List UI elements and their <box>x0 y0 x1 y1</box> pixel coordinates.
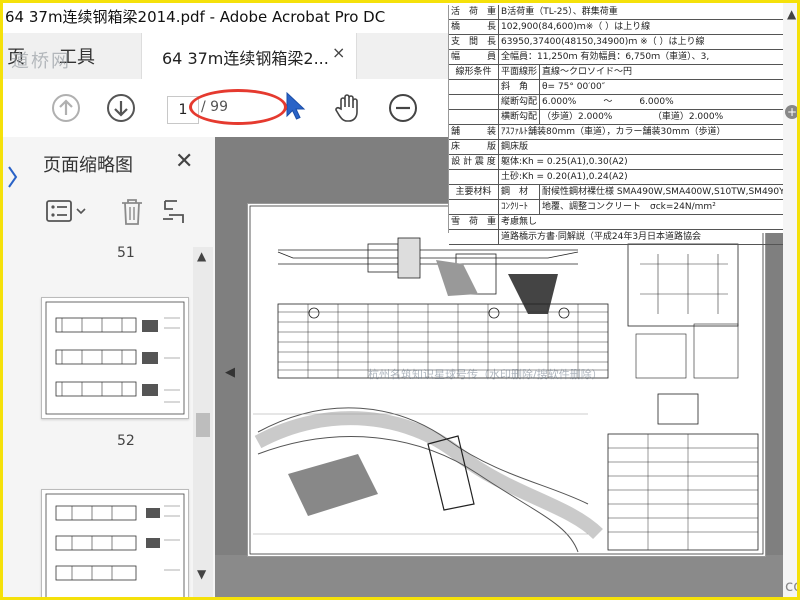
spec-sublabel: 横断勾配 <box>498 109 541 125</box>
spec-row: 活 荷 重 B活荷重（TL-25）、群集荷重 <box>449 5 787 20</box>
spec-row: 支 間 長 63950,37400(48150,34900)ｍ ※（ ）は上り線 <box>449 34 787 50</box>
tab-close-icon[interactable]: × <box>332 43 345 62</box>
scrollbar-thumb[interactable] <box>196 413 210 437</box>
spec-value: （歩道）2.000% （車道）2.000% <box>539 109 787 125</box>
add-tool-icon[interactable]: + <box>785 105 797 119</box>
spec-value: B活荷重（TL-25）、群集荷重 <box>498 5 787 20</box>
spec-label: 活 荷 重 <box>449 5 500 20</box>
panel-title: 页面缩略图 <box>43 155 133 176</box>
spec-row: 幅 員全幅員：11,250ｍ 有効幅員：6,750ｍ（車道）、3, <box>449 49 787 65</box>
page-thumbnail-52[interactable] <box>41 297 189 419</box>
page-number-highlight <box>189 89 287 125</box>
scroll-up-icon[interactable]: ▲ <box>197 249 206 263</box>
spec-value: 耐候性鋼材裸仕様 SMA490W,SMA400W,S10TW,SM490Y <box>539 184 787 200</box>
spec-sublabel: 斜 角 <box>498 79 541 95</box>
expand-icon[interactable]: ▲ <box>787 7 796 21</box>
pane-expand-icon[interactable] <box>5 157 21 197</box>
right-tools-strip: ▲ + com <box>783 3 797 597</box>
page-thumbnail-53[interactable] <box>41 489 189 597</box>
navigation-pane-strip <box>3 137 26 597</box>
delete-page-icon[interactable] <box>117 195 147 229</box>
spec-label: 幅 員 <box>449 49 500 65</box>
thumbnails-panel: 页面缩略图 ✕ 51 52 ▲ ▼ <box>25 137 215 597</box>
spec-label: 設 計 震 度 <box>449 154 500 170</box>
spec-sublabel: 平面線形 <box>498 64 541 80</box>
spec-sublabel: ｺﾝｸﾘｰﾄ <box>498 199 541 215</box>
thumbnail-scrollbar[interactable]: ▲ ▼ <box>193 247 213 597</box>
spec-value: ｱｽﾌｧﾙﾄ舗装80mm（車道），カラー舗装30mm（歩道） <box>498 124 787 140</box>
thumbnail-drawing <box>45 493 185 597</box>
zoom-out-icon[interactable] <box>386 91 420 125</box>
spec-row: 橋 長 102,900(84,600)ｍ※（ ）は上り線 <box>449 19 787 35</box>
spec-value: 63950,37400(48150,34900)ｍ ※（ ）は上り線 <box>498 34 787 50</box>
spec-label: 支 間 長 <box>449 34 500 50</box>
spec-value: 102,900(84,600)ｍ※（ ）は上り線 <box>498 19 787 35</box>
window-title: 64 37m连续钢箱梁2014.pdf - Adobe Acrobat Pro … <box>5 8 386 26</box>
spec-row: 縦断勾配 6.000% ～ 6.000% <box>449 94 787 110</box>
spec-label <box>449 79 500 95</box>
spec-sublabel: 縦断勾配 <box>498 94 541 110</box>
spec-value: 道路橋示方書·同解説（平成24年3月日本道路協会 <box>498 229 787 245</box>
viewer-lower-area <box>215 555 783 597</box>
spec-label <box>449 169 500 185</box>
page-tools-icon[interactable] <box>159 195 189 229</box>
spec-value: 土砂:Kh = 0.20(A1),0.24(A2) <box>498 169 787 185</box>
hand-tool-icon[interactable] <box>331 91 365 125</box>
site-watermark: 道桥网 <box>11 51 71 72</box>
spec-row: 床 版鋼床版 <box>449 139 787 155</box>
document-tab[interactable]: 64 37m连续钢箱梁2... × <box>141 33 357 79</box>
spec-label <box>449 94 500 110</box>
spec-label: 雪 荷 重 <box>449 214 500 230</box>
spec-table-overlay: 活 荷 重 B活荷重（TL-25）、群集荷重橋 長 102,900(84,600)ｍ… <box>448 5 787 245</box>
spec-value: 6.000% ～ 6.000% <box>539 94 787 110</box>
spec-label: 線形条件 <box>449 64 500 80</box>
spec-row: 土砂:Kh = 0.20(A1),0.24(A2) <box>449 169 787 185</box>
spec-value: θ= 75° 00′00″ <box>539 79 787 95</box>
spec-value: 躯体:Kh = 0.25(A1),0.30(A2) <box>498 154 787 170</box>
spec-sublabel: 鋼 材 <box>498 184 541 200</box>
spec-table: 活 荷 重 B活荷重（TL-25）、群集荷重橋 長 102,900(84,600)ｍ… <box>449 5 787 245</box>
spec-row: 雪 荷 重考慮無し <box>449 214 787 230</box>
spec-label <box>449 109 500 125</box>
spec-value: 直線～クロソイド～円 <box>539 64 787 80</box>
thumbnail-drawing <box>45 301 185 415</box>
spec-value: 鋼床版 <box>498 139 787 155</box>
spec-label <box>449 229 500 245</box>
spec-label: 主要材料 <box>449 184 500 200</box>
thumbnail-options-icon[interactable] <box>43 195 99 229</box>
spec-label <box>449 199 500 215</box>
spec-label: 橋 長 <box>449 19 500 35</box>
document-tab-label: 64 37m连续钢箱梁2... <box>162 49 329 68</box>
spec-row: 横断勾配 （歩道）2.000% （車道）2.000% <box>449 109 787 125</box>
next-page-icon[interactable] <box>104 91 138 125</box>
thumbnail-page-number: 52 <box>117 433 135 449</box>
spec-row: 設 計 震 度躯体:Kh = 0.25(A1),0.30(A2) <box>449 154 787 170</box>
drawing-watermark: 杭州名筑知识星球号传（水印删除/搜软件删除） <box>368 368 603 381</box>
spec-row: 舗 装ｱｽﾌｧﾙﾄ舗装80mm（車道），カラー舗装30mm（歩道） <box>449 124 787 140</box>
spec-value: 考慮無し <box>498 214 787 230</box>
site-watermark-bottom: com <box>785 577 797 595</box>
prev-page-icon[interactable] <box>49 91 83 125</box>
spec-row: 道路橋示方書·同解説（平成24年3月日本道路協会 <box>449 229 787 245</box>
spec-row: 斜 角 θ= 75° 00′00″ <box>449 79 787 95</box>
pdf-page[interactable]: 杭州名筑知识星球号传（水印删除/搜软件删除） <box>247 203 766 557</box>
spec-label: 床 版 <box>449 139 500 155</box>
spec-row: 線形条件 平面線形 直線～クロソイド～円 <box>449 64 787 80</box>
spec-value: 全幅員：11,250ｍ 有効幅員：6,750ｍ（車道）、3, <box>498 49 787 65</box>
spec-row: ｺﾝｸﾘｰﾄ 地覆、調整コンクリート σck=24N/mm² <box>449 199 787 215</box>
spec-label: 舗 装 <box>449 124 500 140</box>
spec-value: 地覆、調整コンクリート σck=24N/mm² <box>539 199 787 215</box>
panel-close-icon[interactable]: ✕ <box>175 149 193 174</box>
scroll-down-icon[interactable]: ▼ <box>197 567 206 581</box>
prev-page-arrow-icon[interactable]: ◀ <box>225 365 235 380</box>
spec-row: 主要材料鋼 材耐候性鋼材裸仕様 SMA490W,SMA400W,S10TW,SM… <box>449 184 787 200</box>
thumbnail-page-number: 51 <box>117 245 135 261</box>
acrobat-window: 64 37m连续钢箱梁2014.pdf - Adobe Acrobat Pro … <box>0 0 800 600</box>
